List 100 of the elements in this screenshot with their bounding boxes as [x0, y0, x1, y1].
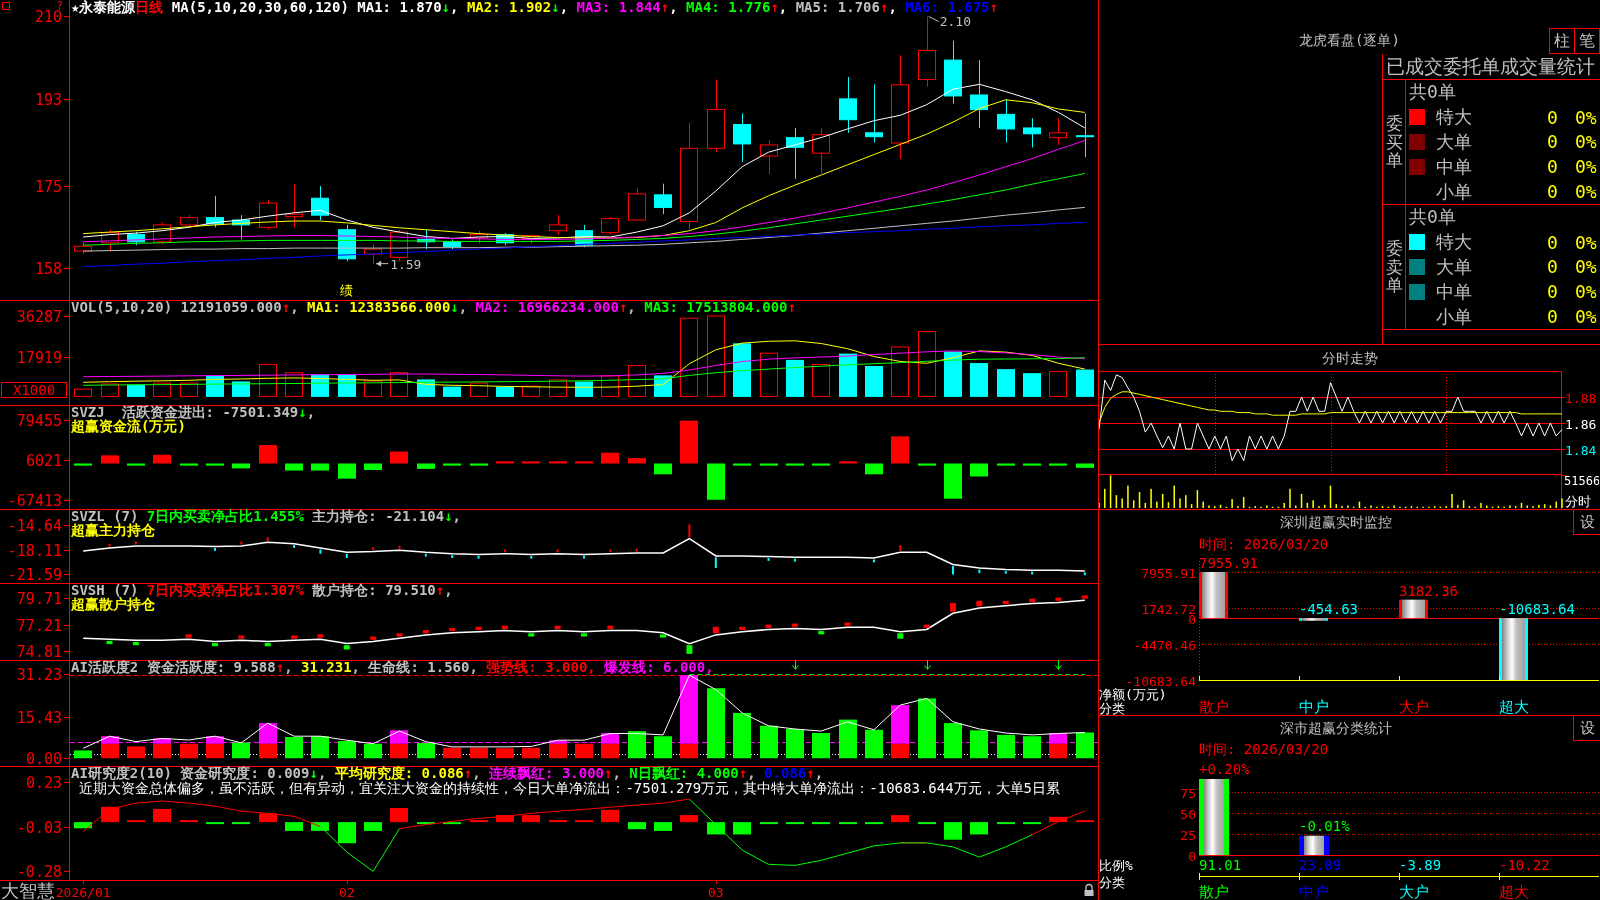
axis-label: 77.21 — [16, 616, 62, 635]
axis-label: 0.00 — [25, 749, 62, 766]
group-label: 委卖单 — [1385, 238, 1403, 296]
analysis-text: 近期大资金总体偏多，虽不活跃，但有异动，宜关注大资金的持续性，今日大单净流出：-7501.279万元，其中特大单净流出：-10683.644万元，大单5日累 — [79, 781, 1060, 795]
value-label: 23.09 — [1299, 857, 1342, 873]
order-size-label: 小单 — [1435, 179, 1473, 204]
order-size-label: 小单 — [1435, 304, 1473, 329]
change-label: -0.01% — [1299, 817, 1350, 834]
axis-label: 175 — [34, 177, 62, 196]
indicator-legend: SVZJ 活跃资金进出: -7501.349↓, — [71, 405, 316, 419]
category-label: 散户 — [1199, 883, 1229, 900]
axis-label: -18.11 — [7, 541, 62, 560]
axis-label: 1.86 — [1565, 416, 1597, 432]
axis-label: 1.88 — [1565, 390, 1597, 406]
category-label: 中户 — [1299, 698, 1329, 715]
order-share: 0% — [1575, 306, 1598, 328]
axis-label: 51566 — [1564, 475, 1599, 488]
order-share: 0% — [1575, 256, 1598, 278]
axis-label: -0.28 — [16, 862, 62, 880]
order-count: 0 — [1547, 256, 1559, 278]
high-price-callout: 2.10 — [928, 14, 971, 30]
axis-label: 50 — [1180, 806, 1196, 822]
order-size-label: 特大 — [1435, 230, 1473, 255]
value-label: 91.01 — [1199, 857, 1242, 873]
axis-label: 193 — [34, 90, 62, 109]
panel-title: 分时走势 — [1320, 349, 1379, 368]
axis-label: 79.71 — [16, 589, 62, 608]
order-count: 0 — [1547, 131, 1559, 153]
axis-label: 75 — [1180, 785, 1196, 801]
axis-label: -4470.46 — [1133, 637, 1196, 653]
order-count: 0 — [1547, 181, 1559, 203]
indicator-legend: SVSH (7) 7日内买卖净占比1.307% 散户持仓: 79.510↑, — [71, 583, 453, 597]
axis-title: 净额(万元) — [1099, 687, 1167, 702]
change-label: +0.20% — [1199, 761, 1250, 777]
axis-label: -10683.64 — [1125, 673, 1196, 689]
category-label: 超大 — [1499, 883, 1529, 900]
order-size-label: 大单 — [1435, 130, 1473, 154]
group-total: 共0单 — [1408, 80, 1457, 104]
order-size-label: 特大 — [1435, 105, 1473, 130]
axis-label: -14.64 — [7, 516, 62, 535]
axis-label: -67413 — [7, 491, 62, 509]
axis-label: 158 — [34, 259, 62, 278]
axis-label: -21.59 — [7, 565, 62, 583]
value-label: 3182.36 — [1399, 582, 1458, 599]
axis-label: -0.03 — [16, 818, 62, 837]
date-label: 03 — [707, 885, 724, 900]
category-label: 中户 — [1299, 883, 1329, 900]
value-label: -10.22 — [1499, 857, 1550, 873]
order-count: 0 — [1547, 281, 1559, 303]
value-label: -3.89 — [1399, 857, 1442, 873]
order-share: 0% — [1575, 181, 1598, 203]
indicator-legend: AI研究度2(10) 资金研究度: 0.009↓, 平均研究度: 0.086↑, 连续飘红: 3.000↑, N日飘红: 4.000↑, 0.086↑, — [71, 766, 824, 780]
category-label: 超大 — [1499, 698, 1529, 715]
indicator-legend: 超赢资金流(万元) — [71, 419, 186, 433]
unit-label: X1000 — [1, 382, 67, 398]
value-label: -10683.64 — [1499, 601, 1575, 618]
order-count: 0 — [1547, 106, 1559, 128]
axis-label: 7955.91 — [1141, 565, 1196, 581]
axis-label: 15.43 — [16, 708, 62, 727]
axis-label: 210 — [34, 7, 62, 26]
event-marker: 绩 — [340, 283, 354, 298]
indicator-legend: 超赢散户持仓 — [71, 597, 155, 611]
axis-label: 0 — [1188, 848, 1196, 864]
panel-title: 深圳超赢实时监控 — [1279, 513, 1393, 532]
date-label: 时间: 2026/03/20 — [1198, 535, 1330, 553]
indicator-legend: AI活跃度2 资金活跃度: 9.588↑, 31.231, 生命线: 1.560, 强势线: 3.000, 爆发线: 6.000, — [71, 660, 714, 674]
panel-title: 深市超赢分类统计 — [1279, 719, 1393, 738]
axis-label: 79455 — [16, 411, 62, 430]
indicator-legend: SVZL (7) 7日内买卖净占比1.455% 主力持仓: -21.104↓, — [71, 509, 462, 523]
annotation: 1.59 — [390, 256, 422, 272]
group-label: 委买单 — [1385, 113, 1403, 171]
value-label: 7955.91 — [1199, 555, 1258, 571]
order-size-label: 中单 — [1435, 154, 1473, 179]
order-size-label: 中单 — [1435, 279, 1473, 304]
group-total: 共0单 — [1408, 205, 1457, 229]
axis-title: 分时 — [1565, 494, 1591, 509]
axis-title: 分类 — [1099, 875, 1125, 890]
axis-label: 25 — [1180, 827, 1196, 843]
order-share: 0% — [1575, 281, 1598, 303]
axis-label: 31.23 — [16, 665, 62, 684]
brand-label: 大智慧 — [1, 880, 55, 900]
axis-label: 36287 — [16, 307, 62, 326]
category-label: 散户 — [1199, 698, 1229, 715]
date-label: 02 — [338, 885, 355, 900]
order-share: 0% — [1575, 106, 1598, 128]
low-price-callout: 1.59 — [375, 256, 422, 272]
axis-label: 17919 — [16, 348, 62, 367]
indicator-legend: 超赢主力持仓 — [71, 523, 155, 537]
axis-title: 分类 — [1099, 701, 1125, 715]
date-label: 2026/01 — [55, 885, 111, 900]
order-share: 0% — [1575, 231, 1598, 253]
value-label: -454.63 — [1299, 601, 1358, 618]
order-share: 0% — [1575, 156, 1598, 178]
axis-label: 0.23 — [25, 773, 62, 792]
indicator-legend: ★永泰能源日线 MA(5,10,20,30,60,120) MA1: 1.870↓, MA2: 1.902↓, MA3: 1.844↑, MA4: 1.776↑, MA5: 1.706↑, MA6: 1.675↑ — [71, 0, 998, 14]
date-label: 时间: 2026/03/20 — [1198, 741, 1330, 758]
table-title: 已成交委托单成交量统计 — [1383, 54, 1600, 80]
annotation: 2.10 — [939, 14, 971, 30]
axis-label: 74.81 — [16, 642, 62, 660]
panel-title: 龙虎看盘(逐单) — [1298, 32, 1401, 50]
